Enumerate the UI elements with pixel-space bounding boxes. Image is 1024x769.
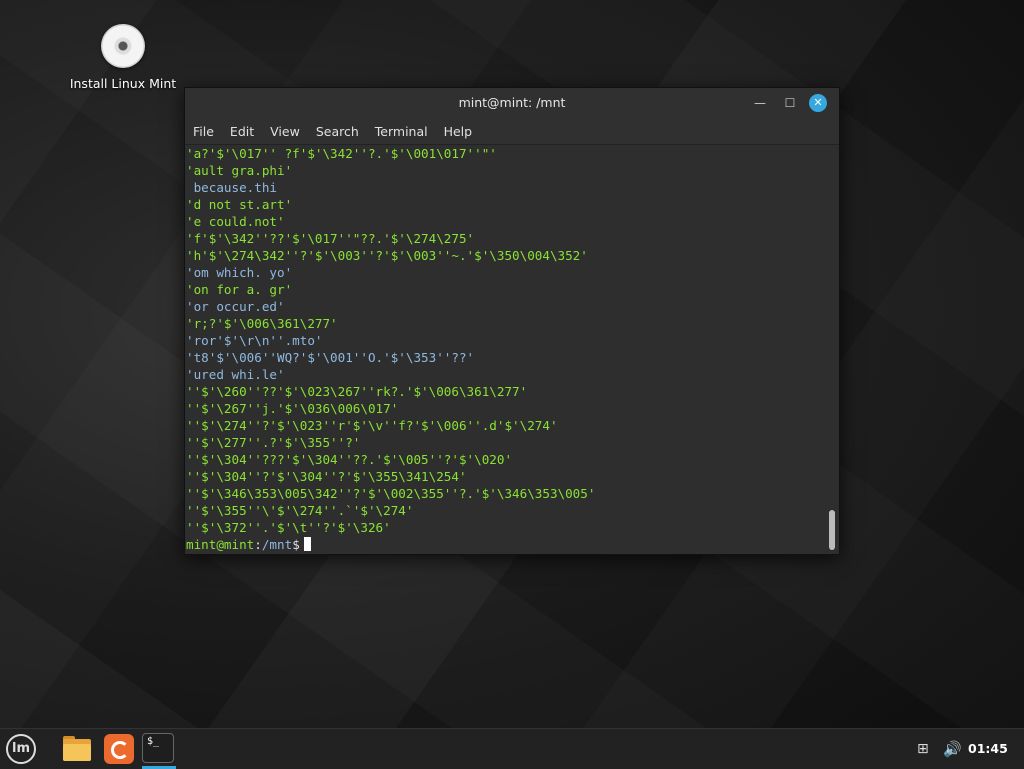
file-manager-icon[interactable] [61,733,93,765]
terminal-line: 't8'$'\006''WQ?'$'\001''O.'$'\353''??' [186,350,475,365]
terminal-line: ''$'\304''?'$'\304''?'$'\355\341\254' [186,469,467,484]
menu-view[interactable]: View [270,124,300,139]
menu-help[interactable]: Help [444,124,473,139]
terminal-line: ''$'\372''.'$'\t''?'$'\326' [186,520,391,535]
terminal-app-icon: $_ [142,733,174,763]
terminal-line: 'ured whi.le' [186,367,285,382]
terminal-line: 'om which. yo' [186,265,293,280]
terminal-line: 'a?'$'\017'' ?f'$'\342''?.'$'\001\017''"… [186,146,497,161]
terminal-line: 'on for a. gr' [186,282,293,297]
terminal-line: 'or occur.ed' [186,299,285,314]
close-button[interactable]: ✕ [809,94,827,112]
maximize-button[interactable]: ☐ [781,94,799,112]
window-titlebar[interactable]: mint@mint: /mnt — ☐ ✕ [185,88,839,118]
terminal-line: because.thi [186,180,277,195]
terminal-output[interactable]: 'a?'$'\017'' ?f'$'\342''?.'$'\001\017''"… [185,145,825,554]
prompt-path: /mnt [261,537,293,552]
text-cursor [303,537,311,551]
firefox-icon[interactable] [103,733,135,765]
terminal-line: ''$'\277''.?'$'\355''?' [186,435,361,450]
disc-icon [101,24,145,68]
terminal-line: ''$'\304''???'$'\304''??.'$'\005''?'$'\0… [186,452,513,467]
menu-bar: File Edit View Search Terminal Help [185,118,839,145]
terminal-line: 'ault gra.phi' [186,163,293,178]
terminal-line: 'ror'$'\r\n''.mto' [186,333,323,348]
window-title: mint@mint: /mnt [458,95,566,110]
scrollbar-thumb[interactable] [829,510,835,550]
terminal-prompt-line[interactable]: mint@mint:/mnt$ [185,536,825,553]
clock[interactable]: 01:45 [968,741,1008,756]
terminal-line: ''$'\260''??'$'\023\267''rk?.'$'\006\361… [186,384,528,399]
prompt-separator: : [254,537,262,552]
terminal-line: 'd not st.art' [186,197,293,212]
terminal-line: 'r;?'$'\006\361\277' [186,316,338,331]
terminal-line: ''$'\346\353\005\342''?'$'\002\355''?.'$… [186,486,596,501]
prompt-symbol: $ [292,537,300,552]
taskbar: lm $_ ⊞ 🔊 01:45 [0,728,1024,769]
desktop-icon-label: Install Linux Mint [69,76,177,91]
terminal-line: ''$'\355''\'$'\274''.`'$'\274' [186,503,414,518]
terminal-window: mint@mint: /mnt — ☐ ✕ File Edit View Sea… [184,87,840,555]
terminal-line: 'f'$'\342''??'$'\017''"??.'$'\274\275' [186,231,475,246]
volume-icon[interactable]: 🔊 [943,740,962,758]
terminal-scrollbar[interactable] [826,145,836,554]
terminal-line: ''$'\274''?'$'\023''r'$'\v''f?'$'\006''.… [186,418,558,433]
menu-terminal[interactable]: Terminal [375,124,428,139]
terminal-line: 'e could.not' [186,214,285,229]
terminal-line: ''$'\267''j.'$'\036\006\017' [186,401,399,416]
network-icon[interactable]: ⊞ [917,741,929,757]
desktop-icon-install-linux-mint[interactable]: Install Linux Mint [64,24,182,91]
prompt-user: mint@mint [186,537,255,552]
menu-edit[interactable]: Edit [230,124,254,139]
menu-search[interactable]: Search [316,124,359,139]
minimize-button[interactable]: — [751,94,769,112]
menu-file[interactable]: File [193,124,214,139]
terminal-line: 'h'$'\274\342''?'$'\003''?'$'\003''~.'$'… [186,248,588,263]
mint-menu-icon[interactable]: lm [6,734,36,764]
terminal-taskbar-icon[interactable]: $_ [142,733,176,769]
